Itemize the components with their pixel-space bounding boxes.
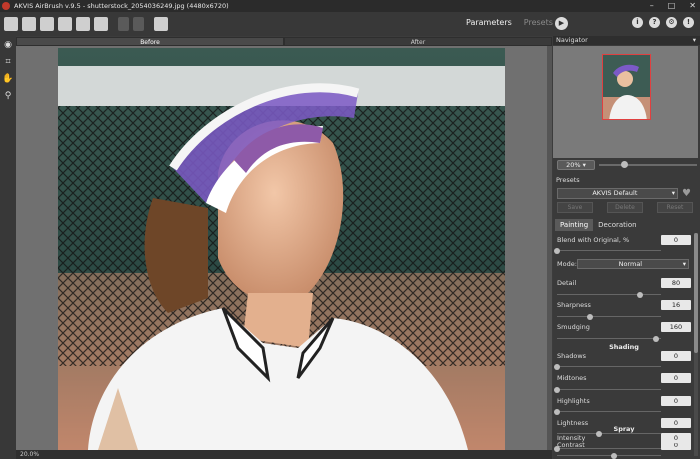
crop-icon[interactable]: ⌗ — [2, 56, 14, 68]
play-icon[interactable]: ▶ — [555, 17, 568, 30]
reset-preset-button[interactable]: Reset — [657, 202, 693, 213]
tab-painting[interactable]: Painting — [555, 219, 594, 231]
smudging-label: Smudging — [557, 323, 590, 331]
canvas-scrollbar[interactable] — [547, 46, 552, 450]
preset-select[interactable]: AKVIS Default ▾ — [557, 188, 678, 199]
view-tabs: Before After — [16, 37, 552, 46]
zoom-slider[interactable] — [599, 161, 697, 168]
smudging-field[interactable]: 160 — [661, 322, 691, 332]
param-tabs: Painting Decoration — [555, 219, 642, 231]
toolbar — [0, 12, 700, 36]
detail-label: Detail — [557, 279, 577, 287]
tab-parameters[interactable]: Parameters — [466, 18, 512, 27]
batch-icon[interactable] — [76, 17, 90, 31]
highlights-label: Highlights — [557, 397, 590, 405]
redo-icon[interactable] — [133, 17, 144, 31]
heart-icon[interactable]: ♥ — [682, 189, 691, 199]
panel-scrollbar-thumb[interactable] — [694, 233, 698, 353]
tab-decoration[interactable]: Decoration — [593, 219, 641, 231]
contrast-slider[interactable] — [557, 452, 661, 459]
save-icon[interactable] — [40, 17, 54, 31]
navigator-zoom-row: 20% ▾ — [557, 159, 697, 171]
midtones-field[interactable]: 0 — [661, 373, 691, 383]
zoom-status: 20.0% — [20, 451, 40, 458]
mode-value: Normal — [618, 260, 643, 268]
midtones-slider[interactable] — [554, 386, 661, 393]
window-title: AKVIS AirBrush v.9.5 - shutterstock_2054… — [14, 2, 229, 10]
intensity-slider-knob[interactable] — [554, 445, 560, 452]
sharpness-slider[interactable] — [557, 313, 661, 320]
blend-slider-knob[interactable] — [554, 247, 560, 254]
apply-icon[interactable] — [154, 17, 168, 31]
mode-select[interactable]: Normal ▾ — [577, 259, 689, 269]
navigator-header: Navigator ▾ — [553, 36, 700, 45]
detail-slider-knob[interactable] — [637, 291, 644, 298]
presets-header: Presets — [553, 176, 698, 185]
blend-label: Blend with Original, % — [557, 236, 630, 244]
zoom-value: 20% — [566, 161, 581, 169]
print-icon[interactable] — [58, 17, 72, 31]
navigator-thumbnail[interactable] — [602, 54, 651, 120]
photo-preview[interactable] — [58, 48, 505, 450]
tools-bar: ◉ ⌗ ✋ ⚲ — [0, 36, 16, 459]
navigator-view[interactable] — [553, 46, 698, 158]
shadows-slider[interactable] — [554, 363, 661, 370]
highlights-field[interactable]: 0 — [661, 396, 691, 406]
collapse-icon[interactable]: ▾ — [693, 36, 696, 45]
hand-icon[interactable]: ✋ — [2, 73, 14, 85]
highlights-slider-knob[interactable] — [554, 408, 560, 415]
delete-preset-button[interactable]: Delete — [607, 202, 643, 213]
smudging-slider-knob[interactable] — [652, 335, 659, 342]
contrast-slider-knob[interactable] — [611, 452, 618, 459]
zoom-slider-knob[interactable] — [620, 161, 628, 168]
tab-presets[interactable]: Presets — [524, 18, 553, 27]
sharpness-field[interactable]: 16 — [661, 300, 691, 310]
smudging-slider[interactable] — [557, 335, 661, 342]
midtones-label: Midtones — [557, 374, 587, 382]
blend-field[interactable]: 0 — [661, 235, 691, 245]
blend-slider[interactable] — [554, 247, 661, 254]
panel-scrollbar[interactable] — [694, 233, 698, 456]
shadows-slider-knob[interactable] — [554, 363, 560, 370]
sharpness-slider-knob[interactable] — [587, 313, 594, 320]
mode-label: Mode: — [557, 260, 577, 268]
right-panel: Navigator ▾ 20% ▾ Presets AKVIS Default … — [553, 36, 700, 459]
shadows-label: Shadows — [557, 352, 587, 360]
zoom-select[interactable]: 20% ▾ — [557, 160, 595, 170]
app-logo-icon — [2, 2, 10, 10]
help-icon[interactable]: ? — [649, 17, 660, 28]
save-preset-button[interactable]: Save — [557, 202, 593, 213]
spray-header: Spray — [613, 425, 635, 433]
intensity-slider[interactable] — [554, 445, 661, 452]
tab-after[interactable]: After — [284, 37, 552, 46]
open-icon[interactable] — [4, 17, 18, 31]
midtones-slider-knob[interactable] — [554, 386, 560, 393]
maximize-icon[interactable]: □ — [668, 1, 676, 10]
shadows-field[interactable]: 0 — [661, 351, 691, 361]
tab-before[interactable]: Before — [16, 37, 284, 46]
detail-slider[interactable] — [557, 291, 661, 298]
zoom-icon[interactable]: ⚲ — [2, 90, 14, 102]
eye-icon[interactable]: ◉ — [2, 39, 14, 51]
intensity-label: Intensity — [557, 434, 586, 442]
preset-value: AKVIS Default — [592, 189, 638, 197]
gear-icon[interactable]: ⚙ — [666, 17, 677, 28]
detail-field[interactable]: 80 — [661, 278, 691, 288]
title-bar: AKVIS AirBrush v.9.5 - shutterstock_2054… — [0, 0, 700, 12]
notification-icon[interactable]: ! — [683, 17, 694, 28]
settings-export-icon[interactable] — [94, 17, 108, 31]
info-icon[interactable]: i — [632, 17, 643, 28]
close-icon[interactable]: ✕ — [689, 1, 696, 10]
minimize-icon[interactable]: – — [650, 1, 654, 10]
undo-icon[interactable] — [118, 17, 129, 31]
intensity-field[interactable]: 0 — [661, 433, 691, 443]
navigator-title: Navigator — [556, 36, 588, 44]
shading-header: Shading — [609, 343, 639, 351]
mode-tabs: Parameters Presets — [466, 18, 553, 27]
open-file-icon[interactable] — [22, 17, 36, 31]
highlights-slider[interactable] — [554, 408, 661, 415]
status-bar: 20.0% — [16, 450, 552, 459]
sharpness-label: Sharpness — [557, 301, 591, 309]
presets-title: Presets — [556, 176, 580, 184]
